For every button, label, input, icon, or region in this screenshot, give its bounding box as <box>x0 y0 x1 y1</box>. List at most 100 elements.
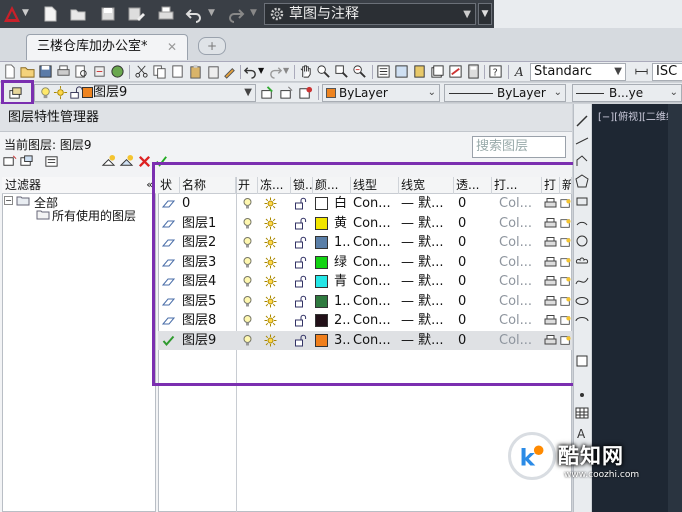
preview-icon[interactable] <box>74 64 89 79</box>
col-lineweight[interactable]: 线宽 <box>399 177 454 194</box>
layer-properties-icon[interactable] <box>8 85 23 100</box>
mtext-icon[interactable]: A <box>575 426 589 441</box>
saveas-icon[interactable] <box>126 5 146 23</box>
layer-lineweight[interactable]: — 默... <box>401 311 454 330</box>
layer-linetype[interactable]: Con... <box>353 331 399 350</box>
col-plot[interactable]: 打 <box>542 177 560 194</box>
col-name[interactable]: 名称 <box>180 177 236 194</box>
help-icon[interactable]: ? <box>488 64 503 79</box>
pan-icon[interactable] <box>298 64 313 79</box>
drawing-tab[interactable]: 三楼仓库加办公室* ✕ <box>26 34 188 60</box>
layer-linetype[interactable]: Con... <box>353 311 399 330</box>
markup-icon[interactable] <box>448 64 463 79</box>
table-row[interactable]: 图层2 1...Con...— 默...0 Col... <box>158 233 572 253</box>
layer-lineweight[interactable]: — 默... <box>401 331 454 350</box>
color-select[interactable]: ByLayer ⌄ <box>322 84 440 102</box>
unlock-icon[interactable] <box>294 236 307 249</box>
table-row[interactable]: 图层8 2...Con...— 默...0 Col... <box>158 311 572 331</box>
layer-transparency[interactable]: 0 <box>458 292 492 311</box>
thaw-icon[interactable] <box>264 275 277 288</box>
layer-name[interactable]: 图层2 <box>182 233 236 252</box>
tree-item-used-layers[interactable]: 所有使用的图层 <box>52 207 136 224</box>
unlock-icon[interactable] <box>294 295 307 308</box>
dim-style-select[interactable]: ISC <box>652 63 682 81</box>
unlock-icon[interactable] <box>294 217 307 230</box>
new-tab-button[interactable]: + <box>198 37 226 55</box>
linetype-select[interactable]: ByLayer ⌄ <box>444 84 566 102</box>
thaw-icon[interactable] <box>264 256 277 269</box>
thaw-icon[interactable] <box>264 334 277 347</box>
dim-style-icon[interactable] <box>634 64 649 79</box>
col-transparency[interactable]: 透... <box>454 177 492 194</box>
make-current-layer-icon[interactable] <box>260 85 275 100</box>
layer-transparency[interactable]: 0 <box>458 272 492 291</box>
undo-dropdown-icon[interactable]: ▼ <box>258 66 264 75</box>
copy-icon[interactable] <box>152 64 167 79</box>
new-property-filter-icon[interactable] <box>2 154 17 169</box>
new-vp-freeze-icon[interactable] <box>560 314 571 327</box>
thaw-icon[interactable] <box>264 314 277 327</box>
circle-icon[interactable] <box>575 234 589 248</box>
redo-dropdown-icon[interactable]: ▼ <box>250 8 257 18</box>
col-freeze[interactable]: 冻... <box>258 177 291 194</box>
printer-icon[interactable] <box>544 217 557 230</box>
workspace-select[interactable]: 草图与注释 ▼ <box>264 3 476 25</box>
layer-linetype[interactable]: Con... <box>353 272 399 291</box>
printer-icon[interactable] <box>544 236 557 249</box>
layer-name[interactable]: 图层1 <box>182 214 236 233</box>
new-vp-freeze-icon[interactable] <box>560 217 571 230</box>
bulb-on-icon[interactable] <box>241 275 254 288</box>
layer-color-swatch[interactable] <box>315 216 328 230</box>
thaw-icon[interactable] <box>264 197 277 210</box>
layer-linetype[interactable]: Con... <box>353 292 399 311</box>
vertical-scrollbar[interactable] <box>668 104 682 512</box>
table-row[interactable]: 图层9 3...Con...— 默...0 Col... <box>158 330 572 350</box>
col-on[interactable]: 开 <box>236 177 258 194</box>
printer-icon[interactable] <box>544 275 557 288</box>
point-icon[interactable] <box>575 388 589 402</box>
layer-transparency[interactable]: 0 <box>458 253 492 272</box>
new-vp-freeze-icon[interactable] <box>560 256 571 269</box>
undo-icon[interactable] <box>243 64 258 79</box>
layer-lineweight[interactable]: — 默... <box>401 253 454 272</box>
printer-icon[interactable] <box>544 295 557 308</box>
layer-color-swatch[interactable] <box>315 294 328 308</box>
layer-linetype[interactable]: Con... <box>353 194 399 213</box>
zoom-realtime-icon[interactable] <box>316 64 331 79</box>
table-row[interactable]: 0 白 Con... — 默... 0 Col... <box>158 194 572 214</box>
layer-transparency[interactable]: 0 <box>458 214 492 233</box>
autocad-logo-icon[interactable] <box>2 4 22 24</box>
bulb-on-icon[interactable] <box>241 295 254 308</box>
bulb-on-icon[interactable] <box>241 197 254 210</box>
match-properties-icon[interactable] <box>222 64 237 79</box>
delete-layer-icon[interactable] <box>137 154 152 169</box>
insert-block-icon[interactable] <box>575 354 589 368</box>
tree-expander-icon[interactable]: − <box>4 196 13 205</box>
layer-color-swatch[interactable] <box>315 197 328 210</box>
zoom-window-icon[interactable] <box>334 64 349 79</box>
polyline-icon[interactable] <box>575 154 589 168</box>
undo-dropdown-icon[interactable]: ▼ <box>208 8 215 18</box>
layer-name[interactable]: 图层4 <box>182 272 236 291</box>
open-icon[interactable] <box>68 5 88 23</box>
paste-block-icon[interactable] <box>206 64 221 79</box>
table-row[interactable]: 图层5 1...Con...— 默...0 Col... <box>158 292 572 312</box>
set-current-icon[interactable] <box>154 154 169 169</box>
layer-state-icon[interactable] <box>298 85 313 100</box>
sheet-set-icon[interactable] <box>430 64 445 79</box>
layer-color-swatch[interactable] <box>315 275 328 288</box>
layer-lineweight[interactable]: — 默... <box>401 233 454 252</box>
printer-icon[interactable] <box>544 334 557 347</box>
layer-linetype[interactable]: Con... <box>353 253 399 272</box>
new-vp-freeze-icon[interactable] <box>560 236 571 249</box>
plot-icon[interactable] <box>56 64 71 79</box>
col-new-vp-freeze[interactable]: 新 <box>560 177 572 194</box>
bulb-on-icon[interactable] <box>241 236 254 249</box>
unlock-icon[interactable] <box>294 275 307 288</box>
redo-dropdown-icon[interactable]: ▼ <box>283 66 289 75</box>
col-linetype[interactable]: 线型 <box>351 177 399 194</box>
lineweight-select[interactable]: B...ye ⌄ <box>572 84 682 102</box>
thaw-icon[interactable] <box>264 295 277 308</box>
rectangle-icon[interactable] <box>575 194 589 208</box>
construction-line-icon[interactable] <box>575 134 589 148</box>
